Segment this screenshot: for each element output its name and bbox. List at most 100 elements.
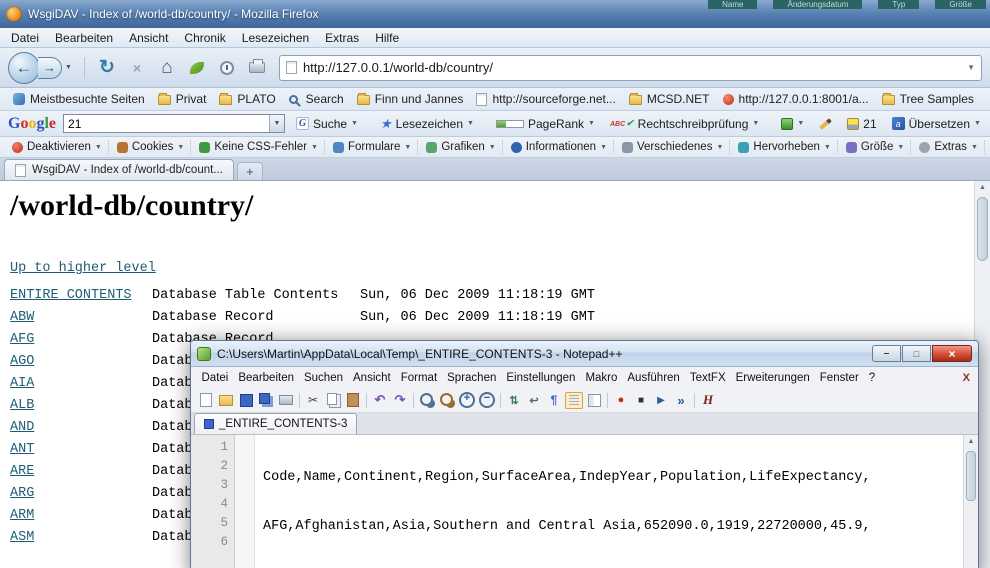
webdev-groesse[interactable]: Größe▼ [840, 140, 912, 154]
reload-button[interactable]: ↻ [95, 56, 119, 80]
home-button[interactable]: ⌂ [155, 56, 179, 80]
listing-link[interactable]: ENTIRE CONTENTS [10, 288, 152, 303]
menu-chronik[interactable]: Chronik [177, 29, 232, 47]
listing-link[interactable]: ARE [10, 464, 152, 479]
npp-menu-hilfe[interactable]: ? [864, 370, 879, 386]
history-dropdown-icon[interactable]: ▼ [65, 64, 72, 71]
google-search-input[interactable] [64, 117, 269, 131]
webdev-hervorheben[interactable]: Hervorheben▼ [732, 140, 837, 154]
editor-scrollbar[interactable] [963, 435, 978, 568]
textfx-icon[interactable] [699, 392, 717, 409]
editor-scroll-thumb[interactable] [966, 451, 976, 501]
menu-ansicht[interactable]: Ansicht [122, 29, 175, 47]
webdev-grafiken[interactable]: Grafiken▼ [420, 140, 502, 154]
bookmark-finn-und-jannes[interactable]: Finn und Jannes [352, 90, 469, 108]
replace-icon[interactable] [438, 392, 456, 409]
google-translate-button[interactable]: Übersetzen▼ [888, 115, 985, 133]
bookmark-mcsd-net[interactable]: MCSD.NET [624, 90, 715, 108]
paste-icon[interactable] [344, 392, 362, 409]
run-macro-multiple-icon[interactable] [672, 392, 690, 409]
google-spellcheck-button[interactable]: Rechtschreibprüfung▼ [606, 115, 763, 133]
zoom-in-icon[interactable] [458, 392, 476, 409]
tab-wsgidav[interactable]: WsgiDAV - Index of /world-db/count... [4, 159, 234, 180]
google-edit-button[interactable] [815, 120, 836, 128]
google-search-dropdown-icon[interactable]: ▼ [269, 115, 284, 132]
bookmark-plato[interactable]: PLATO [214, 90, 280, 108]
google-bookmarks-button[interactable]: Lesezeichen▼ [376, 114, 478, 134]
listing-link[interactable]: AGO [10, 354, 152, 369]
menu-lesezeichen[interactable]: Lesezeichen [235, 29, 316, 47]
stop-button[interactable]: × [125, 56, 149, 80]
menu-datei[interactable]: Datei [4, 29, 46, 47]
find-icon[interactable] [418, 392, 436, 409]
record-macro-icon[interactable] [612, 392, 630, 409]
listing-link[interactable]: ARM [10, 508, 152, 523]
forward-button[interactable]: → [38, 57, 62, 79]
webdev-informationen[interactable]: Informationen▼ [505, 140, 614, 154]
webdev-extras[interactable]: Extras▼ [913, 140, 985, 154]
notepad-titlebar[interactable]: C:\Users\Martin\AppData\Local\Temp\_ENTI… [191, 341, 978, 367]
npp-menu-fenster[interactable]: Fenster [815, 370, 863, 386]
webdev-verschiedenes[interactable]: Verschiedenes▼ [616, 140, 730, 154]
bookmark-meistbesuchte-seiten[interactable]: Meistbesuchte Seiten [8, 90, 150, 108]
google-highlight-button[interactable]: 21 [843, 115, 880, 133]
listing-link[interactable]: AFG [10, 332, 152, 347]
scroll-up-icon[interactable]: ▲ [975, 184, 990, 191]
webdev-css[interactable]: Keine CSS-Fehler▼ [193, 140, 325, 154]
webdev-deaktivieren[interactable]: Deaktivieren▼ [6, 140, 109, 154]
npp-menu-suchen[interactable]: Suchen [299, 370, 347, 386]
print-button[interactable] [245, 56, 269, 80]
word-wrap-icon[interactable] [525, 392, 543, 409]
npp-menu-bearbeiten[interactable]: Bearbeiten [234, 370, 299, 386]
npp-menu-einstellungen[interactable]: Einstellungen [502, 370, 580, 386]
redo-icon[interactable] [391, 392, 409, 409]
code-text[interactable]: Code,Name,Continent,Region,SurfaceArea,I… [255, 435, 963, 568]
bookmark-sourceforge[interactable]: http://sourceforge.net... [471, 90, 620, 108]
bookmark-privat[interactable]: Privat [153, 90, 212, 108]
copy-icon[interactable] [324, 392, 342, 409]
play-macro-icon[interactable] [652, 392, 670, 409]
save-icon[interactable] [237, 392, 255, 409]
npp-menu-makro[interactable]: Makro [581, 370, 622, 386]
new-tab-button[interactable]: + [237, 162, 263, 180]
npp-menu-format[interactable]: Format [396, 370, 441, 386]
document-close-icon[interactable]: X [963, 372, 970, 384]
notepad-window[interactable]: C:\Users\Martin\AppData\Local\Temp\_ENTI… [190, 340, 979, 568]
listing-link[interactable]: ANT [10, 442, 152, 457]
show-symbols-icon[interactable] [545, 392, 563, 409]
up-level-link[interactable]: Up to higher level [10, 261, 156, 276]
menu-extras[interactable]: Extras [318, 29, 366, 47]
print-icon[interactable] [277, 392, 295, 409]
document-tab[interactable]: _ENTIRE_CONTENTS-3 [194, 413, 357, 434]
npp-menu-erweiterungen[interactable]: Erweiterungen [731, 370, 814, 386]
google-pagerank-button[interactable]: PageRank▼ [492, 115, 599, 133]
url-dropdown-icon[interactable]: ▼ [967, 63, 975, 72]
bookmark-search[interactable]: Search [284, 90, 349, 108]
google-send-button[interactable]: ▼ [777, 116, 808, 132]
listing-link[interactable]: ALB [10, 398, 152, 413]
npp-menu-datei[interactable]: Datei [197, 370, 233, 386]
cut-icon[interactable] [304, 392, 322, 409]
listing-link[interactable]: AND [10, 420, 152, 435]
webdev-cookies[interactable]: Cookies▼ [111, 140, 192, 154]
scroll-thumb[interactable] [977, 197, 988, 261]
listing-link[interactable]: ASM [10, 530, 152, 545]
google-search-button[interactable]: Suche▼ [292, 115, 362, 133]
undo-icon[interactable] [371, 392, 389, 409]
close-button[interactable] [932, 345, 972, 362]
new-file-icon[interactable] [197, 392, 215, 409]
back-button[interactable]: ← [8, 52, 40, 84]
bookmark-localhost-8001[interactable]: http://127.0.0.1:8001/a... [718, 90, 874, 108]
open-file-icon[interactable] [217, 392, 235, 409]
zoom-out-icon[interactable] [478, 392, 496, 409]
google-search-box[interactable]: ▼ [63, 114, 285, 133]
listing-link[interactable]: ARG [10, 486, 152, 501]
save-all-icon[interactable] [257, 392, 275, 409]
addon-leaf-button[interactable] [185, 56, 209, 80]
npp-menu-textfx[interactable]: TextFX [685, 370, 730, 386]
npp-menu-ausfuehren[interactable]: Ausführen [623, 370, 684, 386]
firefox-titlebar[interactable]: WsgiDAV - Index of /world-db/country/ - … [0, 0, 990, 28]
stop-macro-icon[interactable] [632, 392, 650, 409]
url-bar[interactable]: ▼ [279, 55, 982, 81]
editor-area[interactable]: 1 2 3 4 5 6 Code,Name,Continent,Region,S… [191, 435, 978, 568]
